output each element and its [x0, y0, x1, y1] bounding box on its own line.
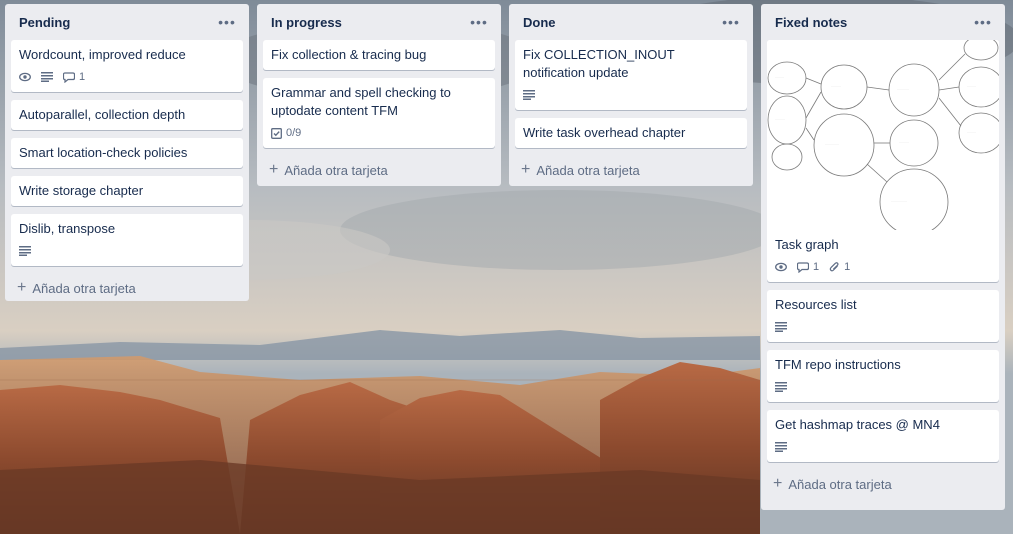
- description-icon: [775, 382, 787, 392]
- card-title: Fix collection & tracing bug: [271, 47, 427, 62]
- list-header: In progress •••: [263, 4, 495, 40]
- list-header: Pending •••: [11, 4, 243, 40]
- svg-text:·········: ·········: [775, 75, 784, 79]
- list-title[interactable]: In progress: [271, 15, 342, 30]
- card-badges: 1 1: [775, 258, 991, 276]
- card[interactable]: Grammar and spell checking to uptodate c…: [263, 78, 495, 148]
- list-header: Fixed notes •••: [767, 4, 999, 40]
- comment-icon: [797, 261, 809, 273]
- description-icon: [775, 442, 787, 452]
- ellipsis-icon[interactable]: •••: [719, 10, 743, 34]
- card[interactable]: Write task overhead chapter: [515, 118, 747, 148]
- list-done: Done ••• Fix COLLECTION_INOUT notificati…: [509, 4, 753, 186]
- card[interactable]: Autoparallel, collection depth: [11, 100, 243, 130]
- add-card-label: Añada otra tarjeta: [536, 162, 640, 178]
- card-title: Task graph: [775, 237, 839, 252]
- card[interactable]: Get hashmap traces @ MN4: [767, 410, 999, 462]
- card-title: Write task overhead chapter: [523, 125, 686, 140]
- card-title: Smart location-check policies: [19, 145, 188, 160]
- description-icon: [41, 72, 53, 82]
- svg-text:··············: ··············: [825, 142, 839, 146]
- comment-count: 1: [79, 71, 86, 83]
- plus-icon: +: [17, 279, 27, 296]
- eye-icon: [775, 262, 787, 272]
- description-icon: [523, 90, 535, 100]
- card-title: Fix COLLECTION_INOUT notification update: [523, 47, 675, 80]
- card-title: Autoparallel, collection depth: [19, 107, 186, 122]
- card-badges: [523, 86, 739, 104]
- svg-text:················: ················: [891, 199, 907, 203]
- ellipsis-icon[interactable]: •••: [467, 10, 491, 34]
- card[interactable]: Fix collection & tracing bug: [263, 40, 495, 70]
- svg-text:············: ············: [897, 87, 909, 91]
- plus-icon: +: [269, 161, 279, 178]
- plus-icon: +: [521, 161, 531, 178]
- card-badges: [775, 318, 991, 336]
- attachment-count: 1: [844, 261, 851, 273]
- description-icon: [19, 246, 31, 256]
- comment-icon: [63, 71, 75, 83]
- card-title: Grammar and spell checking to uptodate c…: [271, 85, 451, 118]
- card-title: Resources list: [775, 297, 857, 312]
- checklist-count: 0/9: [286, 127, 302, 139]
- add-card-button[interactable]: + Añada otra tarjeta: [515, 156, 747, 184]
- svg-text:·········: ·········: [967, 84, 976, 88]
- list-fixed-notes: Fixed notes ••• ········· ·········· ···…: [761, 4, 1005, 510]
- add-card-button[interactable]: + Añada otra tarjeta: [11, 274, 243, 302]
- card-badges: [775, 378, 991, 396]
- list-pending: Pending ••• Wordcount, improved reduce 1…: [5, 4, 249, 301]
- add-card-button[interactable]: + Añada otra tarjeta: [263, 156, 495, 184]
- list-in-progress: In progress ••• Fix collection & tracing…: [257, 4, 501, 186]
- card-title: Dislib, transpose: [19, 221, 116, 236]
- card[interactable]: ········· ·········· ·········· ········…: [767, 40, 999, 282]
- checklist-icon: [271, 127, 282, 139]
- card[interactable]: Wordcount, improved reduce 1: [11, 40, 243, 92]
- plus-icon: +: [773, 475, 783, 492]
- add-card-label: Añada otra tarjeta: [284, 162, 388, 178]
- list-title[interactable]: Fixed notes: [775, 15, 847, 30]
- comments-badge: 1: [797, 261, 819, 273]
- ellipsis-icon[interactable]: •••: [215, 10, 239, 34]
- card-badges: [775, 438, 991, 456]
- checklist-badge: 0/9: [271, 127, 301, 139]
- eye-icon: [19, 72, 31, 82]
- svg-text:·········: ·········: [967, 130, 976, 134]
- card-title: Write storage chapter: [19, 183, 144, 198]
- add-card-button[interactable]: + Añada otra tarjeta: [767, 470, 999, 498]
- card-cover-image: ········· ·········· ·········· ········…: [767, 40, 999, 230]
- card[interactable]: Write storage chapter: [11, 176, 243, 206]
- ellipsis-icon[interactable]: •••: [971, 10, 995, 34]
- card[interactable]: Dislib, transpose: [11, 214, 243, 266]
- card[interactable]: Fix COLLECTION_INOUT notification update: [515, 40, 747, 110]
- paperclip-icon: [829, 262, 839, 272]
- attachments-badge: 1: [829, 261, 850, 273]
- card[interactable]: Smart location-check policies: [11, 138, 243, 168]
- svg-text:··········: ··········: [831, 84, 841, 88]
- card-title: Get hashmap traces @ MN4: [775, 417, 940, 432]
- add-card-label: Añada otra tarjeta: [32, 280, 136, 296]
- card-badges: 0/9: [271, 124, 487, 142]
- board: Pending ••• Wordcount, improved reduce 1…: [0, 0, 1013, 534]
- description-icon: [775, 322, 787, 332]
- list-header: Done •••: [515, 4, 747, 40]
- card-title: Wordcount, improved reduce: [19, 47, 186, 62]
- add-card-label: Añada otra tarjeta: [788, 476, 892, 492]
- comment-count: 1: [813, 261, 820, 273]
- card[interactable]: TFM repo instructions: [767, 350, 999, 402]
- list-title[interactable]: Done: [523, 15, 556, 30]
- list-title[interactable]: Pending: [19, 15, 70, 30]
- card[interactable]: Resources list: [767, 290, 999, 342]
- card-badges: 1: [19, 68, 235, 86]
- svg-text:··········: ··········: [775, 117, 785, 121]
- comments-badge: 1: [63, 71, 85, 83]
- svg-text:··········: ··········: [899, 140, 909, 144]
- card-title: TFM repo instructions: [775, 357, 901, 372]
- card-badges: [19, 242, 235, 260]
